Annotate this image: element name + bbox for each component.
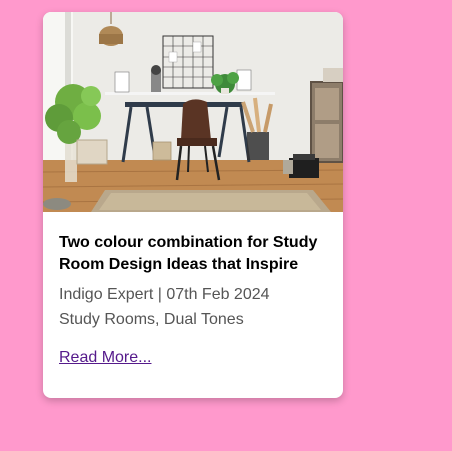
card-title: Two colour combination for Study Room De…	[59, 234, 318, 273]
blog-card: Two colour combination for Study Room De…	[43, 12, 343, 398]
author-date: Indigo Expert | 07th Feb 2024	[59, 286, 270, 303]
card-tags: Study Rooms, Dual Tones	[59, 311, 244, 328]
read-more-link[interactable]: Read More...	[59, 347, 151, 369]
study-room-image	[43, 12, 343, 212]
card-body: Two colour combination for Study Room De…	[43, 212, 343, 369]
